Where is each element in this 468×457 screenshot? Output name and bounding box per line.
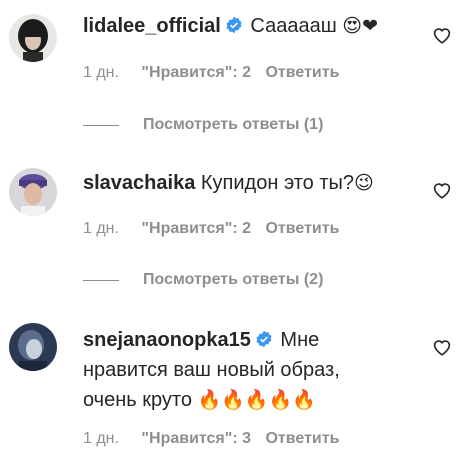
comment-time[interactable]: 1 дн. xyxy=(83,64,119,81)
verified-badge-icon xyxy=(226,16,242,34)
comment-body: Купидон это ты? xyxy=(200,172,354,194)
comment-body-2: нравится ваш новый образ, xyxy=(83,359,340,381)
comment-emoji: 😉 xyxy=(353,172,374,194)
comment-emoji: 🔥🔥🔥🔥🔥 xyxy=(197,389,316,411)
heart-outline-icon[interactable] xyxy=(432,181,452,199)
avatar-slavachaika[interactable] xyxy=(9,168,57,216)
comment-likes[interactable]: "Нравится": 2 xyxy=(141,64,251,81)
heart-outline-icon[interactable] xyxy=(432,338,452,356)
reply-button[interactable]: Ответить xyxy=(265,64,339,81)
comment-line-3: очень круто 🔥🔥🔥🔥🔥 xyxy=(83,385,416,415)
view-replies-button[interactable]: Посмотреть ответы (2) xyxy=(83,270,323,290)
comment-time[interactable]: 1 дн. xyxy=(83,430,119,447)
reply-button[interactable]: Ответить xyxy=(265,220,339,237)
comment-body: Саааааш xyxy=(250,15,337,37)
comment-emoji: 😍❤ xyxy=(342,15,379,37)
comment-text: lidalee_official Саааааш 😍❤ xyxy=(83,11,416,41)
comment-likes[interactable]: "Нравится": 2 xyxy=(141,220,251,237)
comment-username[interactable]: snejanaonopka15 xyxy=(83,329,251,351)
verified-badge-icon xyxy=(256,330,272,348)
view-replies-label: Посмотреть ответы (2) xyxy=(143,271,324,288)
comment-likes[interactable]: "Нравится": 3 xyxy=(141,430,251,447)
view-replies-label: Посмотреть ответы (1) xyxy=(143,116,324,133)
comment-username[interactable]: lidalee_official xyxy=(83,15,221,37)
comment-text: snejanaonopka15 Мне нравится ваш новый о… xyxy=(83,325,416,415)
divider-line xyxy=(83,279,119,281)
avatar-snejanaonopka[interactable] xyxy=(9,323,57,371)
divider-line xyxy=(83,124,119,126)
comment-text: slavachaika Купидон это ты?😉 xyxy=(83,168,416,198)
comment-time[interactable]: 1 дн. xyxy=(83,220,119,237)
reply-button[interactable]: Ответить xyxy=(265,430,339,447)
view-replies-button[interactable]: Посмотреть ответы (1) xyxy=(83,115,323,135)
heart-outline-icon[interactable] xyxy=(432,26,452,44)
comment-meta: 1 дн. "Нравится": 2 Ответить xyxy=(83,63,339,83)
avatar-lidalee[interactable] xyxy=(9,14,57,62)
comment-body-3: очень круто xyxy=(83,389,192,411)
comment-line-1: snejanaonopka15 Мне xyxy=(83,325,416,355)
comment-meta: 1 дн. "Нравится": 3 Ответить xyxy=(83,429,339,449)
comment-meta: 1 дн. "Нравится": 2 Ответить xyxy=(83,219,339,239)
comment-body-1: Мне xyxy=(280,329,320,351)
comment-username[interactable]: slavachaika xyxy=(83,172,195,194)
